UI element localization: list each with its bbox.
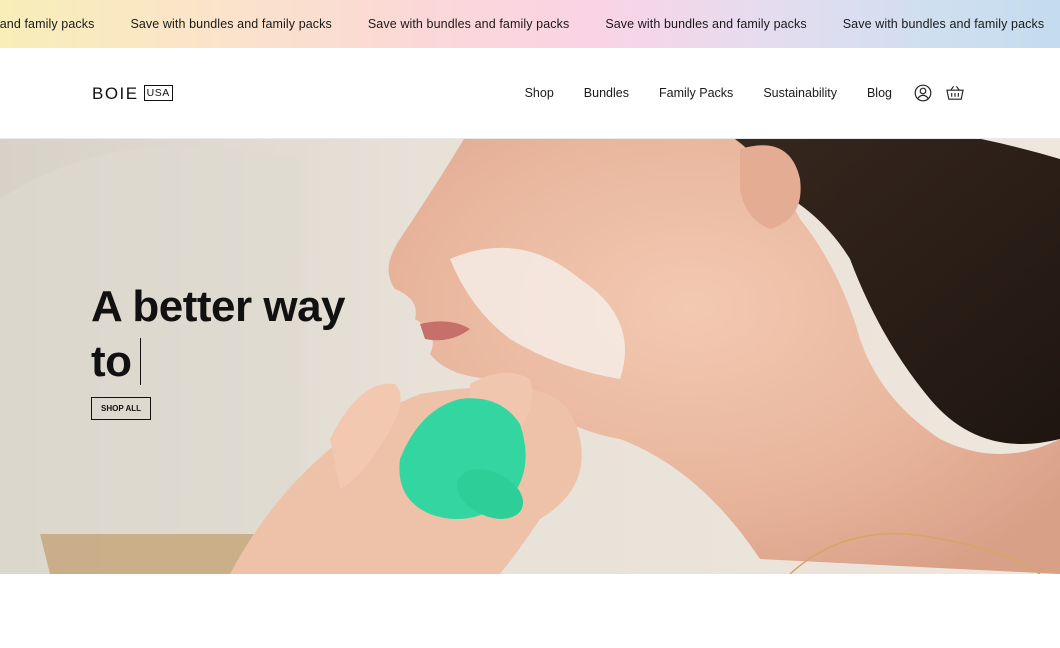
nav-item-blog[interactable]: Blog bbox=[867, 86, 892, 100]
site-header: BOIE USA Shop Bundles Family Packs Susta… bbox=[0, 48, 1060, 139]
brand-logo[interactable]: BOIE USA bbox=[92, 84, 173, 102]
nav-item-family-packs[interactable]: Family Packs bbox=[659, 86, 733, 100]
announcement-text[interactable]: Save with bundles and family packs bbox=[0, 17, 94, 31]
announcement-text[interactable]: Save with bundles and family packs bbox=[368, 17, 569, 31]
announcement-text[interactable]: Save with bundles and family packs bbox=[605, 17, 806, 31]
logo-region-badge: USA bbox=[143, 84, 173, 102]
nav-item-shop[interactable]: Shop bbox=[525, 86, 554, 100]
basket-shape bbox=[40, 534, 260, 574]
hero-heading-line-typed: to bbox=[91, 334, 345, 389]
hero-heading-line: A better way bbox=[91, 282, 346, 331]
hero-heading: A better way to bbox=[91, 279, 346, 389]
user-icon[interactable] bbox=[914, 84, 932, 102]
logo-wordmark: BOIE bbox=[92, 83, 139, 103]
announcement-text[interactable]: Save with bundles and family packs bbox=[130, 17, 331, 31]
typing-cursor bbox=[139, 338, 142, 385]
shop-all-button[interactable]: SHOP ALL bbox=[91, 397, 151, 420]
announcement-bar: Save with bundles and family packs Save … bbox=[0, 0, 1060, 48]
hero-copy: A better way to SHOP ALL bbox=[91, 279, 346, 420]
hero-banner: A better way to SHOP ALL bbox=[0, 139, 1060, 574]
header-icons bbox=[914, 84, 964, 102]
nav-item-sustainability[interactable]: Sustainability bbox=[763, 86, 837, 100]
basket-icon[interactable] bbox=[946, 84, 964, 102]
hero-heading-typed-word: to bbox=[91, 337, 132, 386]
nav-item-bundles[interactable]: Bundles bbox=[584, 86, 629, 100]
announcement-text[interactable]: Save with bundles and family packs bbox=[843, 17, 1044, 31]
main-nav: Shop Bundles Family Packs Sustainability… bbox=[525, 86, 892, 100]
announcement-marquee: Save with bundles and family packs Save … bbox=[0, 0, 1060, 48]
content-area bbox=[0, 574, 1060, 648]
